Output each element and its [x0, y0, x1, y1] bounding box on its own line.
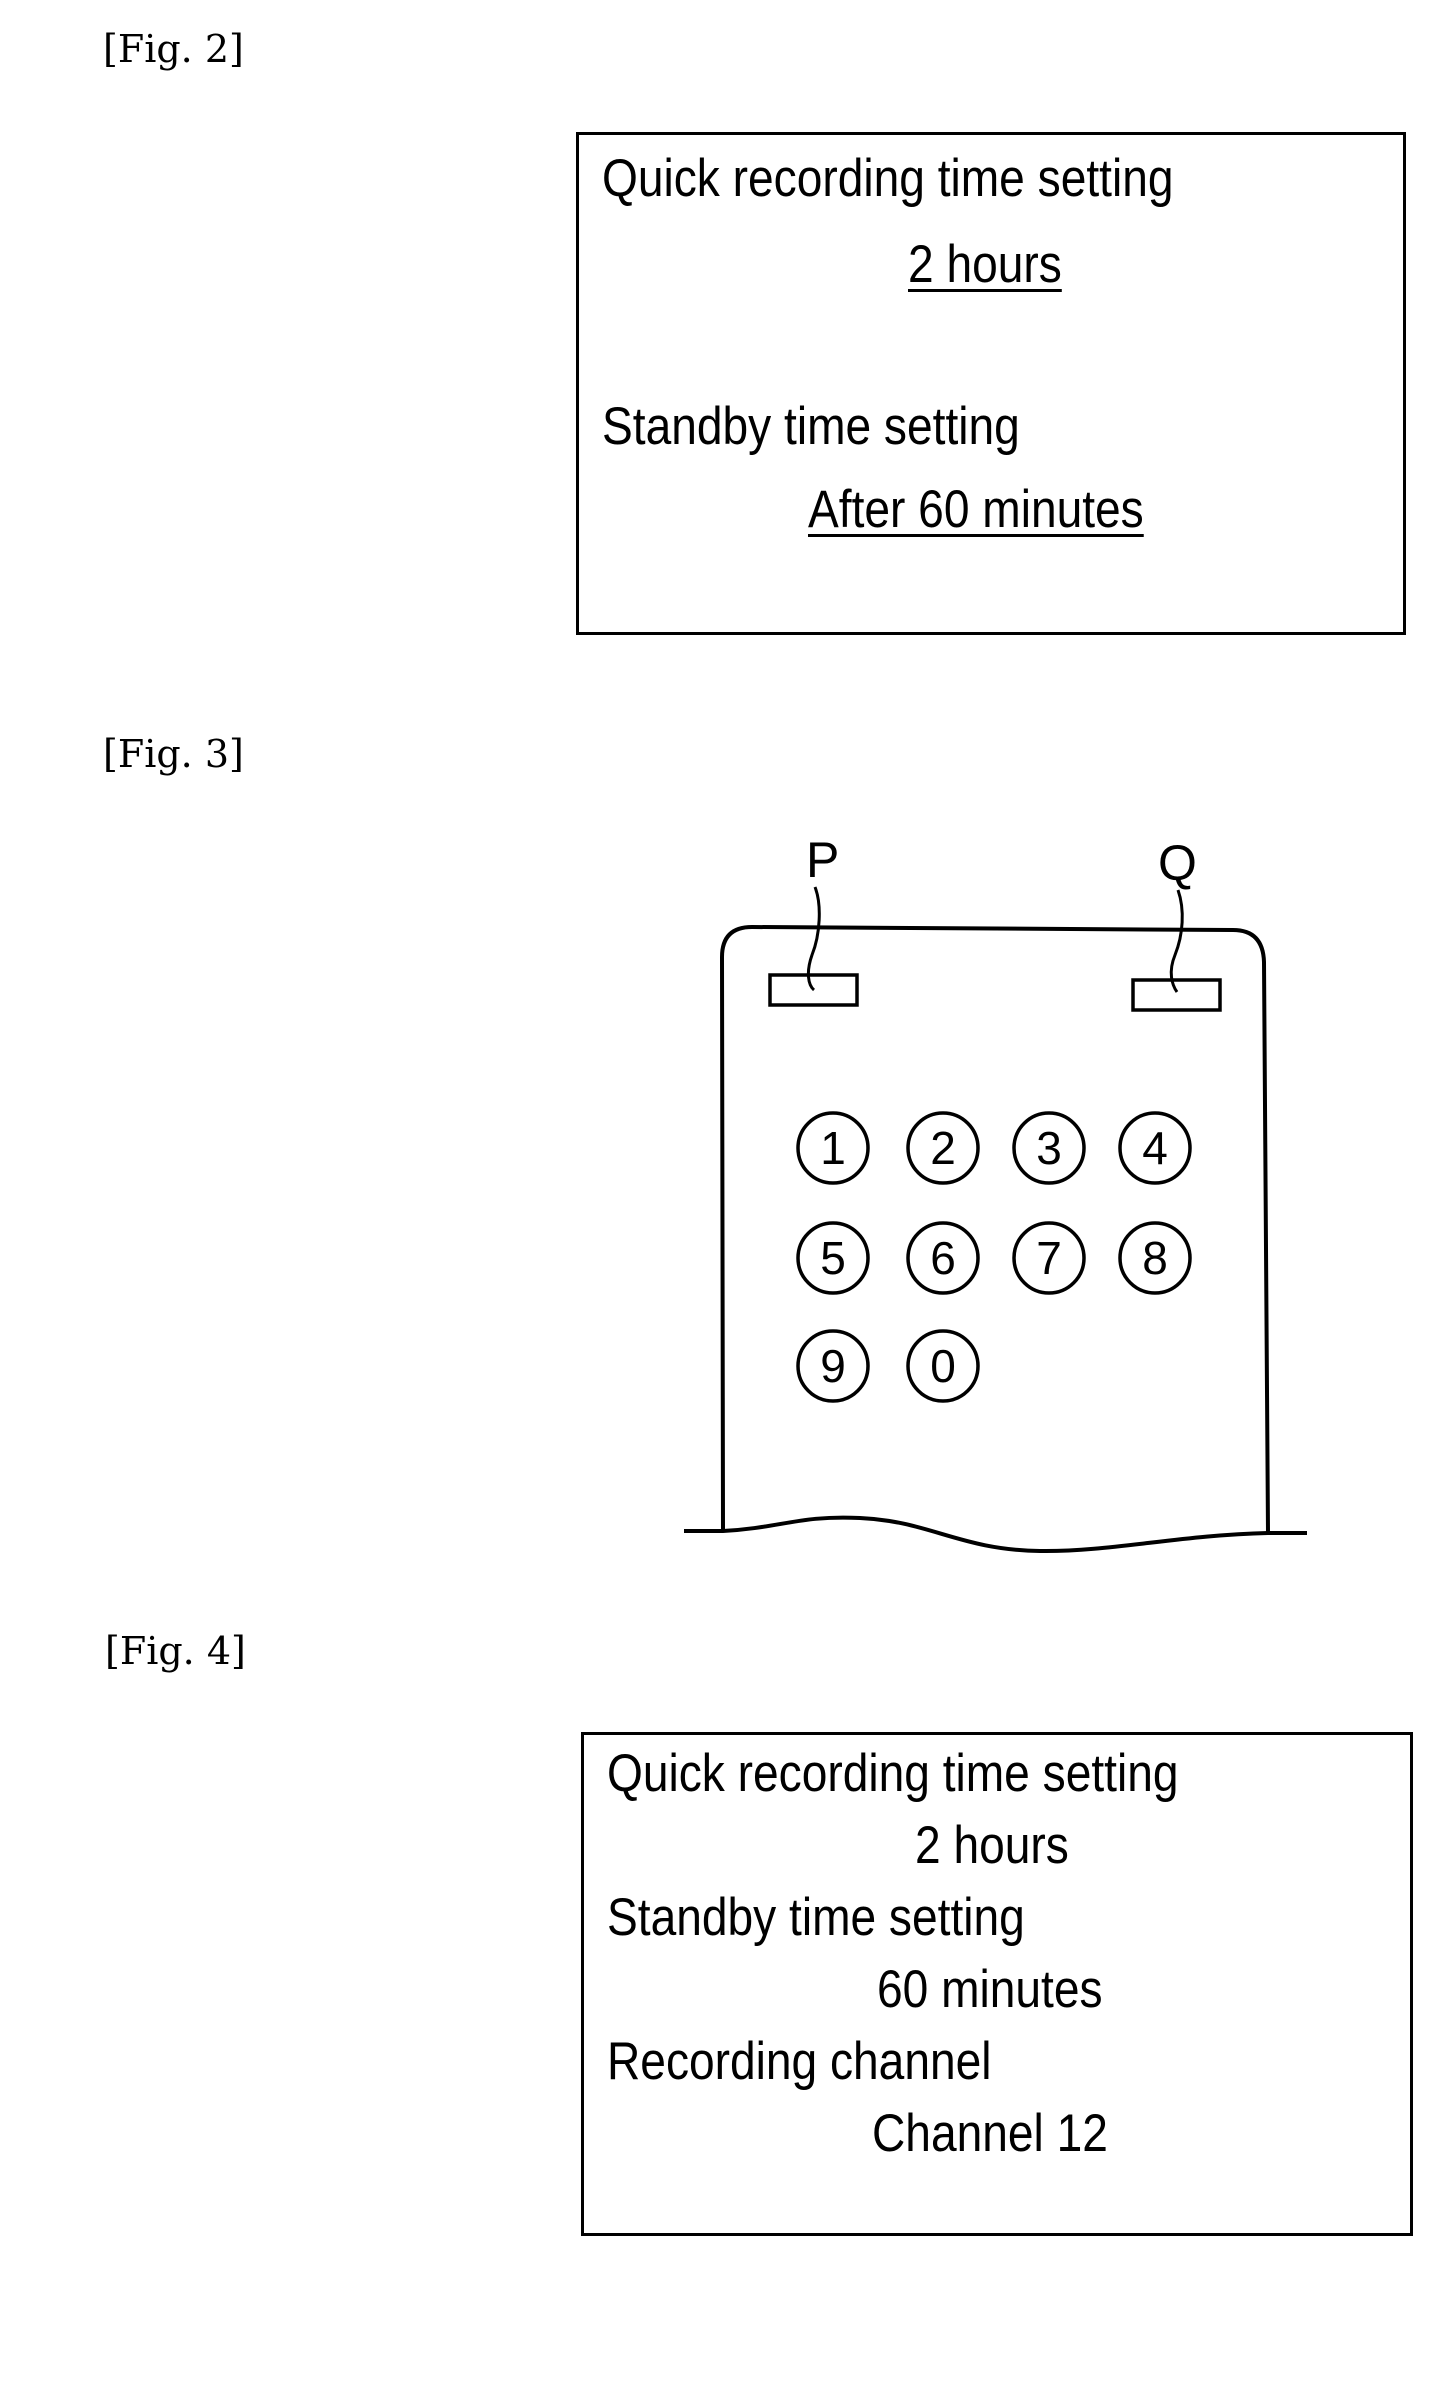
key-4-button[interactable]: 4 [1118, 1111, 1192, 1185]
key-1-button[interactable]: 1 [796, 1111, 870, 1185]
numeric-keypad: 1 2 3 4 5 6 7 8 9 0 [796, 1111, 1192, 1403]
q-button [1131, 978, 1222, 1012]
fig4-label: [Fig. 4] [105, 1629, 246, 1673]
key-5-button[interactable]: 5 [796, 1221, 870, 1295]
fig4-standby-label: Standby time setting [607, 1888, 1025, 1947]
key-label: 3 [1036, 1122, 1062, 1174]
q-callout: Q [1158, 835, 1197, 891]
key-label: 6 [930, 1232, 956, 1284]
key-label: 7 [1036, 1232, 1062, 1284]
q-leader-line [1169, 889, 1184, 993]
key-label: 4 [1142, 1122, 1168, 1174]
key-label: 8 [1142, 1232, 1168, 1284]
remote-body-outline [719, 924, 1270, 1534]
key-label: 0 [930, 1340, 956, 1392]
fig4-quick-recording-value: 2 hours [915, 1816, 1069, 1875]
key-0-button[interactable]: 0 [906, 1329, 980, 1403]
fig4-quick-recording-label: Quick recording time setting [607, 1744, 1179, 1803]
key-9-button[interactable]: 9 [796, 1329, 870, 1403]
p-callout: P [806, 832, 839, 888]
key-3-button[interactable]: 3 [1012, 1111, 1086, 1185]
key-label: 5 [820, 1232, 846, 1284]
fig4-channel-label: Recording channel [607, 2032, 992, 2091]
key-7-button[interactable]: 7 [1012, 1221, 1086, 1295]
key-label: 2 [930, 1122, 956, 1174]
remote-break-line [684, 1515, 1307, 1554]
key-8-button[interactable]: 8 [1118, 1221, 1192, 1295]
key-6-button[interactable]: 6 [906, 1221, 980, 1295]
key-label: 9 [820, 1340, 846, 1392]
key-2-button[interactable]: 2 [906, 1111, 980, 1185]
key-label: 1 [820, 1122, 846, 1174]
fig4-channel-value: Channel 12 [872, 2104, 1108, 2163]
fig4-standby-value: 60 minutes [877, 1960, 1103, 2019]
